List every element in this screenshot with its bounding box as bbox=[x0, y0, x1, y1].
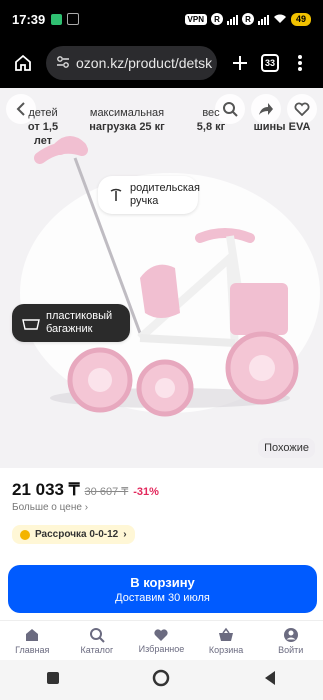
spec-age-value: от 1,5 лет bbox=[27, 121, 59, 147]
new-tab-button[interactable] bbox=[225, 48, 255, 78]
nav-label: Главная bbox=[15, 644, 50, 655]
system-home-button[interactable] bbox=[152, 669, 170, 692]
url-bar[interactable]: ozon.kz/product/detsk bbox=[46, 46, 217, 80]
r-icon-2: R bbox=[241, 13, 254, 25]
browser-toolbar: ozon.kz/product/detsk 33 bbox=[0, 38, 323, 88]
nav-label: Избранное bbox=[138, 643, 185, 654]
status-time: 17:39 bbox=[12, 11, 46, 27]
spec-load-label: максимальная bbox=[89, 107, 165, 119]
spec-tires-value: шины EVA bbox=[253, 121, 311, 133]
home-button[interactable] bbox=[8, 48, 38, 78]
handle-icon bbox=[110, 188, 122, 201]
heart-icon bbox=[294, 102, 310, 116]
user-icon bbox=[283, 627, 298, 642]
nav-label: Корзина bbox=[208, 644, 244, 655]
square-icon bbox=[47, 671, 60, 684]
battery-indicator: 49 bbox=[290, 12, 311, 26]
spec-tires: шины EVA bbox=[252, 120, 312, 134]
signal-icon-2 bbox=[257, 14, 269, 25]
browser-menu-button[interactable] bbox=[285, 48, 315, 78]
share-icon bbox=[259, 103, 273, 115]
spec-age: детей от 1,5 лет bbox=[18, 106, 68, 148]
installment-text: Рассрочка 0-0-12 bbox=[35, 529, 119, 540]
vpn-badge: VPN bbox=[184, 13, 207, 25]
old-price: 30 607 ₸ bbox=[84, 486, 129, 498]
notification-icon bbox=[67, 13, 80, 25]
tabs-count: 33 bbox=[261, 54, 279, 72]
nav-item-catalog[interactable]: Каталог bbox=[65, 621, 130, 660]
whatsapp-icon bbox=[51, 13, 63, 25]
callout-basket-text: пластиковый багажник bbox=[46, 310, 113, 335]
more-about-price-text: Больше о цене bbox=[12, 502, 82, 513]
browser-home-icon bbox=[15, 54, 31, 71]
heart-icon bbox=[154, 628, 169, 641]
spec-load-value: нагрузка 25 кг bbox=[89, 121, 165, 133]
wifi-icon bbox=[273, 12, 287, 27]
system-navigation bbox=[0, 660, 323, 700]
add-to-cart-label: В корзину bbox=[130, 574, 195, 590]
more-vert-icon bbox=[298, 55, 302, 71]
recents-button[interactable] bbox=[46, 671, 60, 690]
url-text: ozon.kz/product/detsk bbox=[76, 55, 213, 71]
add-to-cart-button[interactable]: В корзину Доставим 30 июля bbox=[8, 565, 317, 613]
spec-load: максимальная нагрузка 25 кг bbox=[82, 106, 172, 134]
search-icon bbox=[89, 627, 105, 643]
basket-outline-icon bbox=[22, 319, 40, 330]
chevron-right-icon: › bbox=[84, 502, 89, 513]
product-page: детей от 1,5 лет максимальная нагрузка 2… bbox=[0, 88, 323, 700]
callout-basket: пластиковый багажник bbox=[12, 304, 130, 342]
spec-weight: вес 5,8 кг bbox=[186, 106, 236, 134]
status-bar: 17:39 VPN R R 49 bbox=[0, 0, 323, 38]
spec-weight-value: 5,8 кг bbox=[196, 121, 226, 133]
circle-icon bbox=[153, 669, 170, 686]
product-image[interactable]: детей от 1,5 лет максимальная нагрузка 2… bbox=[0, 88, 323, 468]
callout-handle-text: родительская ручка bbox=[130, 182, 201, 207]
nav-label: Войти bbox=[278, 644, 304, 655]
signal-icon bbox=[226, 14, 238, 25]
system-back-button[interactable] bbox=[263, 670, 277, 691]
discount-badge: -31% bbox=[133, 486, 159, 498]
coin-icon bbox=[20, 529, 30, 540]
nav-item-home[interactable]: Главная bbox=[0, 621, 65, 660]
nav-label: Каталог bbox=[80, 644, 114, 655]
nav-item-login[interactable]: Войти bbox=[258, 621, 323, 660]
similar-button[interactable]: Похожие bbox=[258, 438, 315, 458]
home-icon bbox=[26, 628, 39, 641]
triangle-back-icon bbox=[264, 670, 275, 685]
basket-icon bbox=[219, 627, 234, 641]
bottom-nav: Главная Каталог Избранное Корзина Войти bbox=[0, 620, 323, 660]
spec-weight-label: вес bbox=[202, 107, 220, 119]
installment-badge[interactable]: Рассрочка 0-0-12 › bbox=[12, 525, 135, 544]
nav-item-cart[interactable]: Корзина bbox=[194, 621, 259, 660]
plus-icon bbox=[233, 56, 247, 70]
site-settings-icon[interactable] bbox=[56, 55, 70, 72]
spec-age-label: детей bbox=[28, 107, 58, 119]
more-about-price-link[interactable]: Больше о цене › bbox=[12, 502, 88, 513]
price: 21 033 ₸ bbox=[12, 480, 80, 499]
chevron-right-icon: › bbox=[123, 529, 127, 540]
tabs-button[interactable]: 33 bbox=[255, 48, 285, 78]
status-icons: VPN R R 49 bbox=[184, 12, 311, 27]
callout-handle: родительская ручка bbox=[98, 176, 201, 214]
r-icon: R bbox=[210, 13, 223, 25]
nav-item-favorites[interactable]: Избранное bbox=[129, 621, 194, 660]
price-row: 21 033 ₸ 30 607 ₸ -31% bbox=[12, 480, 159, 500]
delivery-date: Доставим 30 июля bbox=[115, 591, 210, 604]
